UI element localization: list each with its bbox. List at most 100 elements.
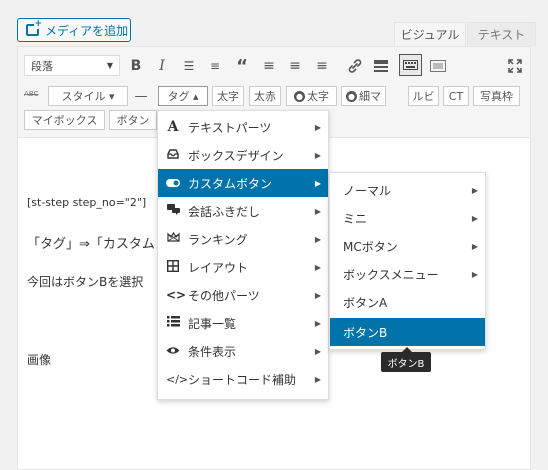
tag-menu-item-conditional-display[interactable]: 条件表示 ▶ [158, 337, 328, 365]
tag-menu-item-ranking[interactable]: ランキング ▶ [158, 225, 328, 253]
strikethrough-icon[interactable]: ABC [24, 90, 38, 98]
menu-item-label: カスタムボタン [188, 176, 273, 191]
italic-icon[interactable]: I [151, 55, 173, 77]
user-bold-button[interactable]: ● 太字 [286, 86, 337, 106]
menu-item-label: 条件表示 [188, 344, 237, 359]
code-icon: <> [166, 288, 187, 302]
content-line-3: 今回はボタンBを選択 [27, 275, 144, 289]
tag-menu-item-layout[interactable]: レイアウト ▶ [158, 253, 328, 281]
bold-tag-button[interactable]: 太字 [212, 86, 244, 106]
format-select[interactable]: 段落 ▼ [24, 55, 120, 76]
bold-icon[interactable]: B [125, 55, 147, 77]
user-bold-label: 太字 [307, 90, 329, 103]
user-icon: ● [294, 90, 305, 102]
menu-item-label: レイアウト [188, 260, 249, 275]
chevron-right-icon: ▶ [314, 234, 321, 244]
chevron-right-icon: ▶ [314, 290, 321, 300]
chevron-right-icon: ▶ [314, 346, 321, 356]
tag-menu-item-shortcode-helper[interactable]: </> ショートコード補助 ▶ [158, 365, 328, 393]
style-dropdown[interactable]: スタイル ▾ [48, 86, 128, 106]
menu-item-label: ボタンB [343, 325, 388, 340]
chevron-right-icon: ▶ [314, 122, 321, 132]
add-media-label: メディアを追加 [45, 23, 129, 38]
photo-frame-button[interactable]: 写真枠 [473, 86, 520, 106]
chevron-right-icon: ▶ [314, 178, 321, 188]
submenu-item-box-menu[interactable]: ボックスメニュー ▶ [330, 260, 485, 288]
blockquote-icon[interactable]: “ [231, 55, 253, 77]
ruby-button[interactable]: ルビ [408, 86, 439, 106]
crown-icon [166, 231, 180, 246]
bullet-list-icon[interactable]: ☰ [178, 55, 200, 77]
read-more-icon[interactable] [370, 55, 392, 77]
menu-item-label: 会話ふきだし [188, 204, 261, 219]
tag-menu-item-article-list[interactable]: 記事一覧 ▶ [158, 309, 328, 337]
tooltip: ボタンB [381, 347, 431, 372]
link-icon[interactable] [344, 55, 366, 77]
content-line-1: [st-step step_no="2"] [27, 196, 147, 209]
submenu-item-mini[interactable]: ミニ ▶ [330, 204, 485, 232]
menu-item-label: ボックスデザイン [188, 148, 284, 163]
chevron-right-icon: ▶ [314, 150, 321, 160]
submenu-item-button-a[interactable]: ボタンA [330, 288, 485, 316]
tag-menu-item-box-design[interactable]: ボックスデザイン ▶ [158, 141, 328, 169]
tag-menu-item-speech-bubble[interactable]: 会話ふきだし ▶ [158, 197, 328, 225]
eye-icon [166, 344, 180, 358]
tag-dropdown[interactable]: タグ ▴ [158, 86, 208, 106]
menu-item-label: ノーマル [343, 183, 392, 198]
button-button[interactable]: ボタン [109, 110, 157, 130]
chevron-right-icon: ▶ [471, 269, 478, 279]
chevron-down-icon: ▼ [106, 61, 113, 70]
shortcode-icon: </> [166, 372, 189, 386]
content-line-4: 画像 [27, 353, 52, 367]
tab-text[interactable]: テキスト [467, 22, 536, 46]
menu-item-label: ボタンA [343, 295, 388, 310]
align-left-icon[interactable]: ≡ [258, 55, 280, 77]
toggle-icon [166, 176, 180, 190]
format-select-value: 段落 [31, 59, 53, 73]
letter-a-icon: A [167, 119, 179, 135]
keyboard-icon[interactable] [399, 54, 422, 76]
menu-item-label: ショートコード補助 [188, 372, 297, 387]
tag-menu-item-text-parts[interactable]: A テキストパーツ ▶ [158, 113, 328, 141]
chevron-right-icon: ▶ [314, 374, 321, 384]
menu-item-label: ボックスメニュー [343, 267, 439, 282]
tag-menu-item-custom-button[interactable]: カスタムボタン ▶ [158, 169, 328, 197]
chevron-right-icon: ▶ [471, 185, 478, 195]
chevron-right-icon: ▶ [471, 241, 478, 251]
content-line-2: 「タグ」⇒「カスタム [27, 237, 155, 252]
horizontal-rule-icon[interactable]: — [134, 86, 148, 106]
submenu-item-normal[interactable]: ノーマル ▶ [330, 176, 485, 204]
chevron-right-icon: ▶ [314, 318, 321, 328]
menu-item-label: その他パーツ [188, 288, 260, 303]
inbox-icon [166, 148, 180, 162]
grid-icon [166, 259, 180, 275]
media-icon [26, 19, 42, 36]
add-media-button[interactable]: メディアを追加 [17, 18, 131, 42]
tab-visual[interactable]: ビジュアル [394, 22, 466, 46]
menu-item-label: ランキング [188, 232, 248, 247]
ct-button[interactable]: CT [443, 86, 469, 106]
submenu-item-mc-button[interactable]: MCボタン ▶ [330, 232, 485, 260]
image-icon[interactable] [427, 55, 449, 77]
menu-item-label: MCボタン [343, 239, 398, 254]
list-icon [166, 316, 180, 330]
bold-red-button[interactable]: 太赤 [249, 86, 281, 106]
chevron-right-icon: ▶ [314, 262, 321, 272]
menu-item-label: ミニ [343, 211, 368, 226]
chevron-right-icon: ▶ [471, 213, 478, 223]
chevron-right-icon: ▶ [314, 206, 321, 216]
align-center-icon[interactable]: ≡ [284, 55, 306, 77]
numbered-list-icon[interactable]: ≡ [204, 55, 226, 77]
my-box-button[interactable]: マイボックス [24, 110, 105, 130]
submenu-item-button-b[interactable]: ボタンB [330, 318, 485, 346]
menu-item-label: 記事一覧 [188, 316, 237, 331]
fullscreen-icon[interactable] [504, 55, 526, 77]
tag-menu-item-other-parts[interactable]: <> その他パーツ ▶ [158, 281, 328, 309]
tag-menu: A テキストパーツ ▶ ボックスデザイン ▶ カスタムボタン ▶ 会話ふきだし … [157, 110, 329, 400]
user-thin-label: 細マ [359, 90, 381, 103]
speech-bubble-icon [166, 204, 180, 218]
user-thin-button[interactable]: ● 細マ [341, 86, 386, 106]
align-right-icon[interactable]: ≡ [311, 55, 333, 77]
user-icon: ● [346, 90, 357, 102]
button-submenu: ノーマル ▶ ミニ ▶ MCボタン ▶ ボックスメニュー ▶ ボタンA ボタンB [329, 172, 486, 350]
